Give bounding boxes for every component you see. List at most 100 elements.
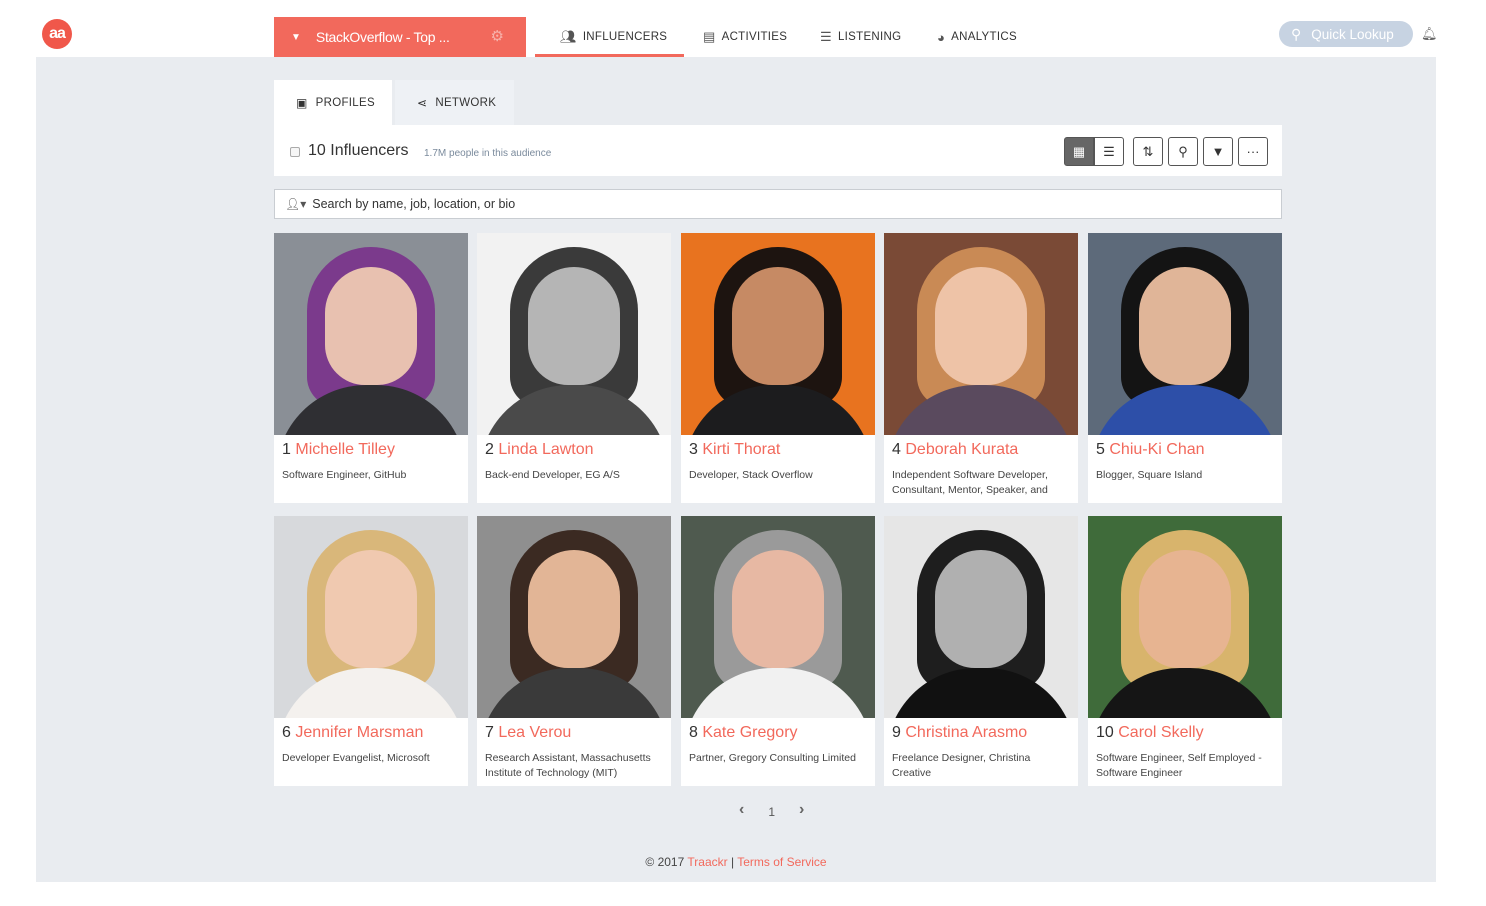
project-name: StackOverflow - Top ... — [315, 29, 450, 45]
profile-photo[interactable] — [274, 233, 468, 435]
influencer-rank: 10 — [1096, 724, 1114, 741]
profile-photo[interactable] — [1088, 516, 1282, 718]
profile-photo[interactable] — [274, 516, 468, 718]
profile-photo[interactable] — [884, 516, 1078, 718]
nav-tab-activities[interactable]: ▤ ACTIVITIES — [684, 17, 801, 57]
app-logo[interactable]: aa — [42, 19, 72, 49]
filter-button[interactable]: ▼ — [1203, 137, 1233, 166]
caret-down-icon: ▼ — [291, 31, 301, 43]
brand-link[interactable]: Traackr — [687, 855, 727, 869]
influencer-rank: 9 — [892, 724, 901, 741]
influencer-rank: 7 — [485, 724, 494, 741]
influencer-role: Developer, Stack Overflow — [689, 469, 813, 481]
pagination: ‹ 1 › — [739, 801, 804, 819]
influencer-role: Independent Software Developer, Consulta… — [892, 469, 1048, 496]
footer: © 2017 Traackr | Terms of Service — [36, 855, 1436, 869]
project-selector-button[interactable]: ▼ StackOverflow - Top ... ⚙ — [274, 17, 526, 57]
influencer-name[interactable]: Christina Arasmo — [905, 724, 1027, 741]
influencer-title: 1 Michelle Tilley — [282, 441, 395, 459]
search-placeholder: Search by name, job, location, or bio — [312, 197, 516, 211]
sort-icon: ⇅ — [1142, 143, 1154, 159]
notification-bell-icon[interactable]: 🔔︎ — [1421, 26, 1438, 42]
page-number[interactable]: 1 — [768, 801, 775, 819]
nav-tab-label: ANALYTICS — [951, 31, 1017, 43]
user-dropdown-icon[interactable]: 👤︎▾ — [285, 197, 306, 211]
influencer-card[interactable]: 10 Carol Skelly Software Engineer, Self … — [1088, 516, 1282, 786]
influencer-card[interactable]: 8 Kate Gregory Partner, Gregory Consulti… — [681, 516, 875, 786]
nav-tab-label: INFLUENCERS — [582, 31, 668, 43]
terms-link[interactable]: Terms of Service — [737, 855, 826, 869]
sort-button[interactable]: ⇅ — [1133, 137, 1163, 166]
list-view-button[interactable]: ☰ — [1094, 137, 1124, 166]
influencer-title: 4 Deborah Kurata — [892, 441, 1018, 459]
influencer-title: 9 Christina Arasmo — [892, 724, 1027, 742]
profile-photo[interactable] — [681, 516, 875, 718]
influencer-card[interactable]: 1 Michelle Tilley Software Engineer, Git… — [274, 233, 468, 503]
tab-network[interactable]: ⋖ NETWORK — [395, 80, 514, 125]
influencer-name[interactable]: Jennifer Marsman — [295, 724, 423, 741]
profile-photo[interactable] — [681, 233, 875, 435]
chevron-left-icon[interactable]: ‹ — [739, 801, 744, 819]
search-icon: ⚲ — [1291, 25, 1302, 42]
influencer-title: 7 Lea Verou — [485, 724, 571, 742]
influencer-card[interactable]: 7 Lea Verou Research Assistant, Massachu… — [477, 516, 671, 786]
influencer-title: 3 Kirti Thorat — [689, 441, 780, 459]
influencer-card[interactable]: 6 Jennifer Marsman Developer Evangelist,… — [274, 516, 468, 786]
influencer-name[interactable]: Lea Verou — [498, 724, 571, 741]
more-options-button[interactable]: ··· — [1238, 137, 1268, 166]
influencer-count: 10 Influencers — [308, 142, 409, 159]
influencer-name[interactable]: Carol Skelly — [1118, 724, 1203, 741]
profile-photo[interactable] — [884, 233, 1078, 435]
list-icon: ☰ — [820, 29, 832, 44]
influencer-rank: 4 — [892, 441, 901, 458]
tab-profiles-label: PROFILES — [315, 96, 375, 109]
influencer-name[interactable]: Linda Lawton — [498, 441, 593, 458]
filter-icon: ▼ — [1211, 144, 1225, 159]
influencer-title: 8 Kate Gregory — [689, 724, 798, 742]
profile-photo[interactable] — [477, 516, 671, 718]
influencer-title: 2 Linda Lawton — [485, 441, 594, 459]
influencer-card[interactable]: 2 Linda Lawton Back-end Developer, EG A/… — [477, 233, 671, 503]
influencer-name[interactable]: Kate Gregory — [702, 724, 797, 741]
tab-profiles[interactable]: ▣ PROFILES — [274, 80, 392, 125]
nav-tab-analytics[interactable]: ◕ ANALYTICS — [918, 17, 1038, 57]
chevron-right-icon[interactable]: › — [799, 801, 804, 819]
influencer-card[interactable]: 4 Deborah Kurata Independent Software De… — [884, 233, 1078, 503]
influencer-search-field[interactable]: 👤︎▾ Search by name, job, location, or bi… — [274, 189, 1282, 219]
profile-photo[interactable] — [477, 233, 671, 435]
users-icon: 👥︎ — [560, 29, 577, 44]
profile-photo[interactable] — [1088, 233, 1282, 435]
influencer-name[interactable]: Michelle Tilley — [295, 441, 395, 458]
select-all-checkbox[interactable] — [290, 147, 300, 157]
influencer-rank: 8 — [689, 724, 698, 741]
document-icon: ▤ — [703, 29, 716, 44]
influencer-rank: 6 — [282, 724, 291, 741]
influencer-name[interactable]: Chiu-Ki Chan — [1109, 441, 1204, 458]
top-nav-bar: aa ▼ StackOverflow - Top ... ⚙ 👥︎ INFLUE… — [0, 0, 1486, 57]
nav-tab-label: ACTIVITIES — [721, 31, 788, 43]
grid-view-button[interactable]: ▦ — [1064, 137, 1094, 166]
influencer-card[interactable]: 5 Chiu-Ki Chan Blogger, Square Island — [1088, 233, 1282, 503]
influencer-card[interactable]: 9 Christina Arasmo Freelance Designer, C… — [884, 516, 1078, 786]
nav-tab-label: LISTENING — [837, 31, 902, 43]
tab-network-label: NETWORK — [435, 96, 497, 109]
gear-icon[interactable]: ⚙ — [491, 27, 504, 45]
nav-tab-influencers[interactable]: 👥︎ INFLUENCERS — [535, 17, 684, 57]
influencer-name[interactable]: Deborah Kurata — [905, 441, 1018, 458]
nav-tab-listening[interactable]: ☰ LISTENING — [801, 17, 918, 57]
influencer-role: Blogger, Square Island — [1096, 469, 1203, 481]
influencer-rank: 5 — [1096, 441, 1105, 458]
influencer-name[interactable]: Kirti Thorat — [702, 441, 780, 458]
quick-lookup-button[interactable]: ⚲ Quick Lookup — [1279, 21, 1413, 47]
influencer-card[interactable]: 3 Kirti Thorat Developer, Stack Overflow — [681, 233, 875, 503]
pie-icon: ◕ — [937, 29, 946, 45]
influencer-role: Partner, Gregory Consulting Limited — [689, 752, 856, 764]
influencer-role: Back-end Developer, EG A/S — [485, 469, 620, 481]
results-toolbar: 10 Influencers 1.7M people in this audie… — [274, 125, 1282, 176]
main-nav: 👥︎ INFLUENCERS ▤ ACTIVITIES ☰ LISTENING … — [535, 17, 1038, 57]
influencer-role: Software Engineer, GitHub — [282, 469, 407, 481]
list-icon: ☰ — [1103, 143, 1115, 159]
search-button[interactable]: ⚲ — [1168, 137, 1198, 166]
influencer-rank: 2 — [485, 441, 494, 458]
footer-separator: | — [730, 855, 735, 869]
